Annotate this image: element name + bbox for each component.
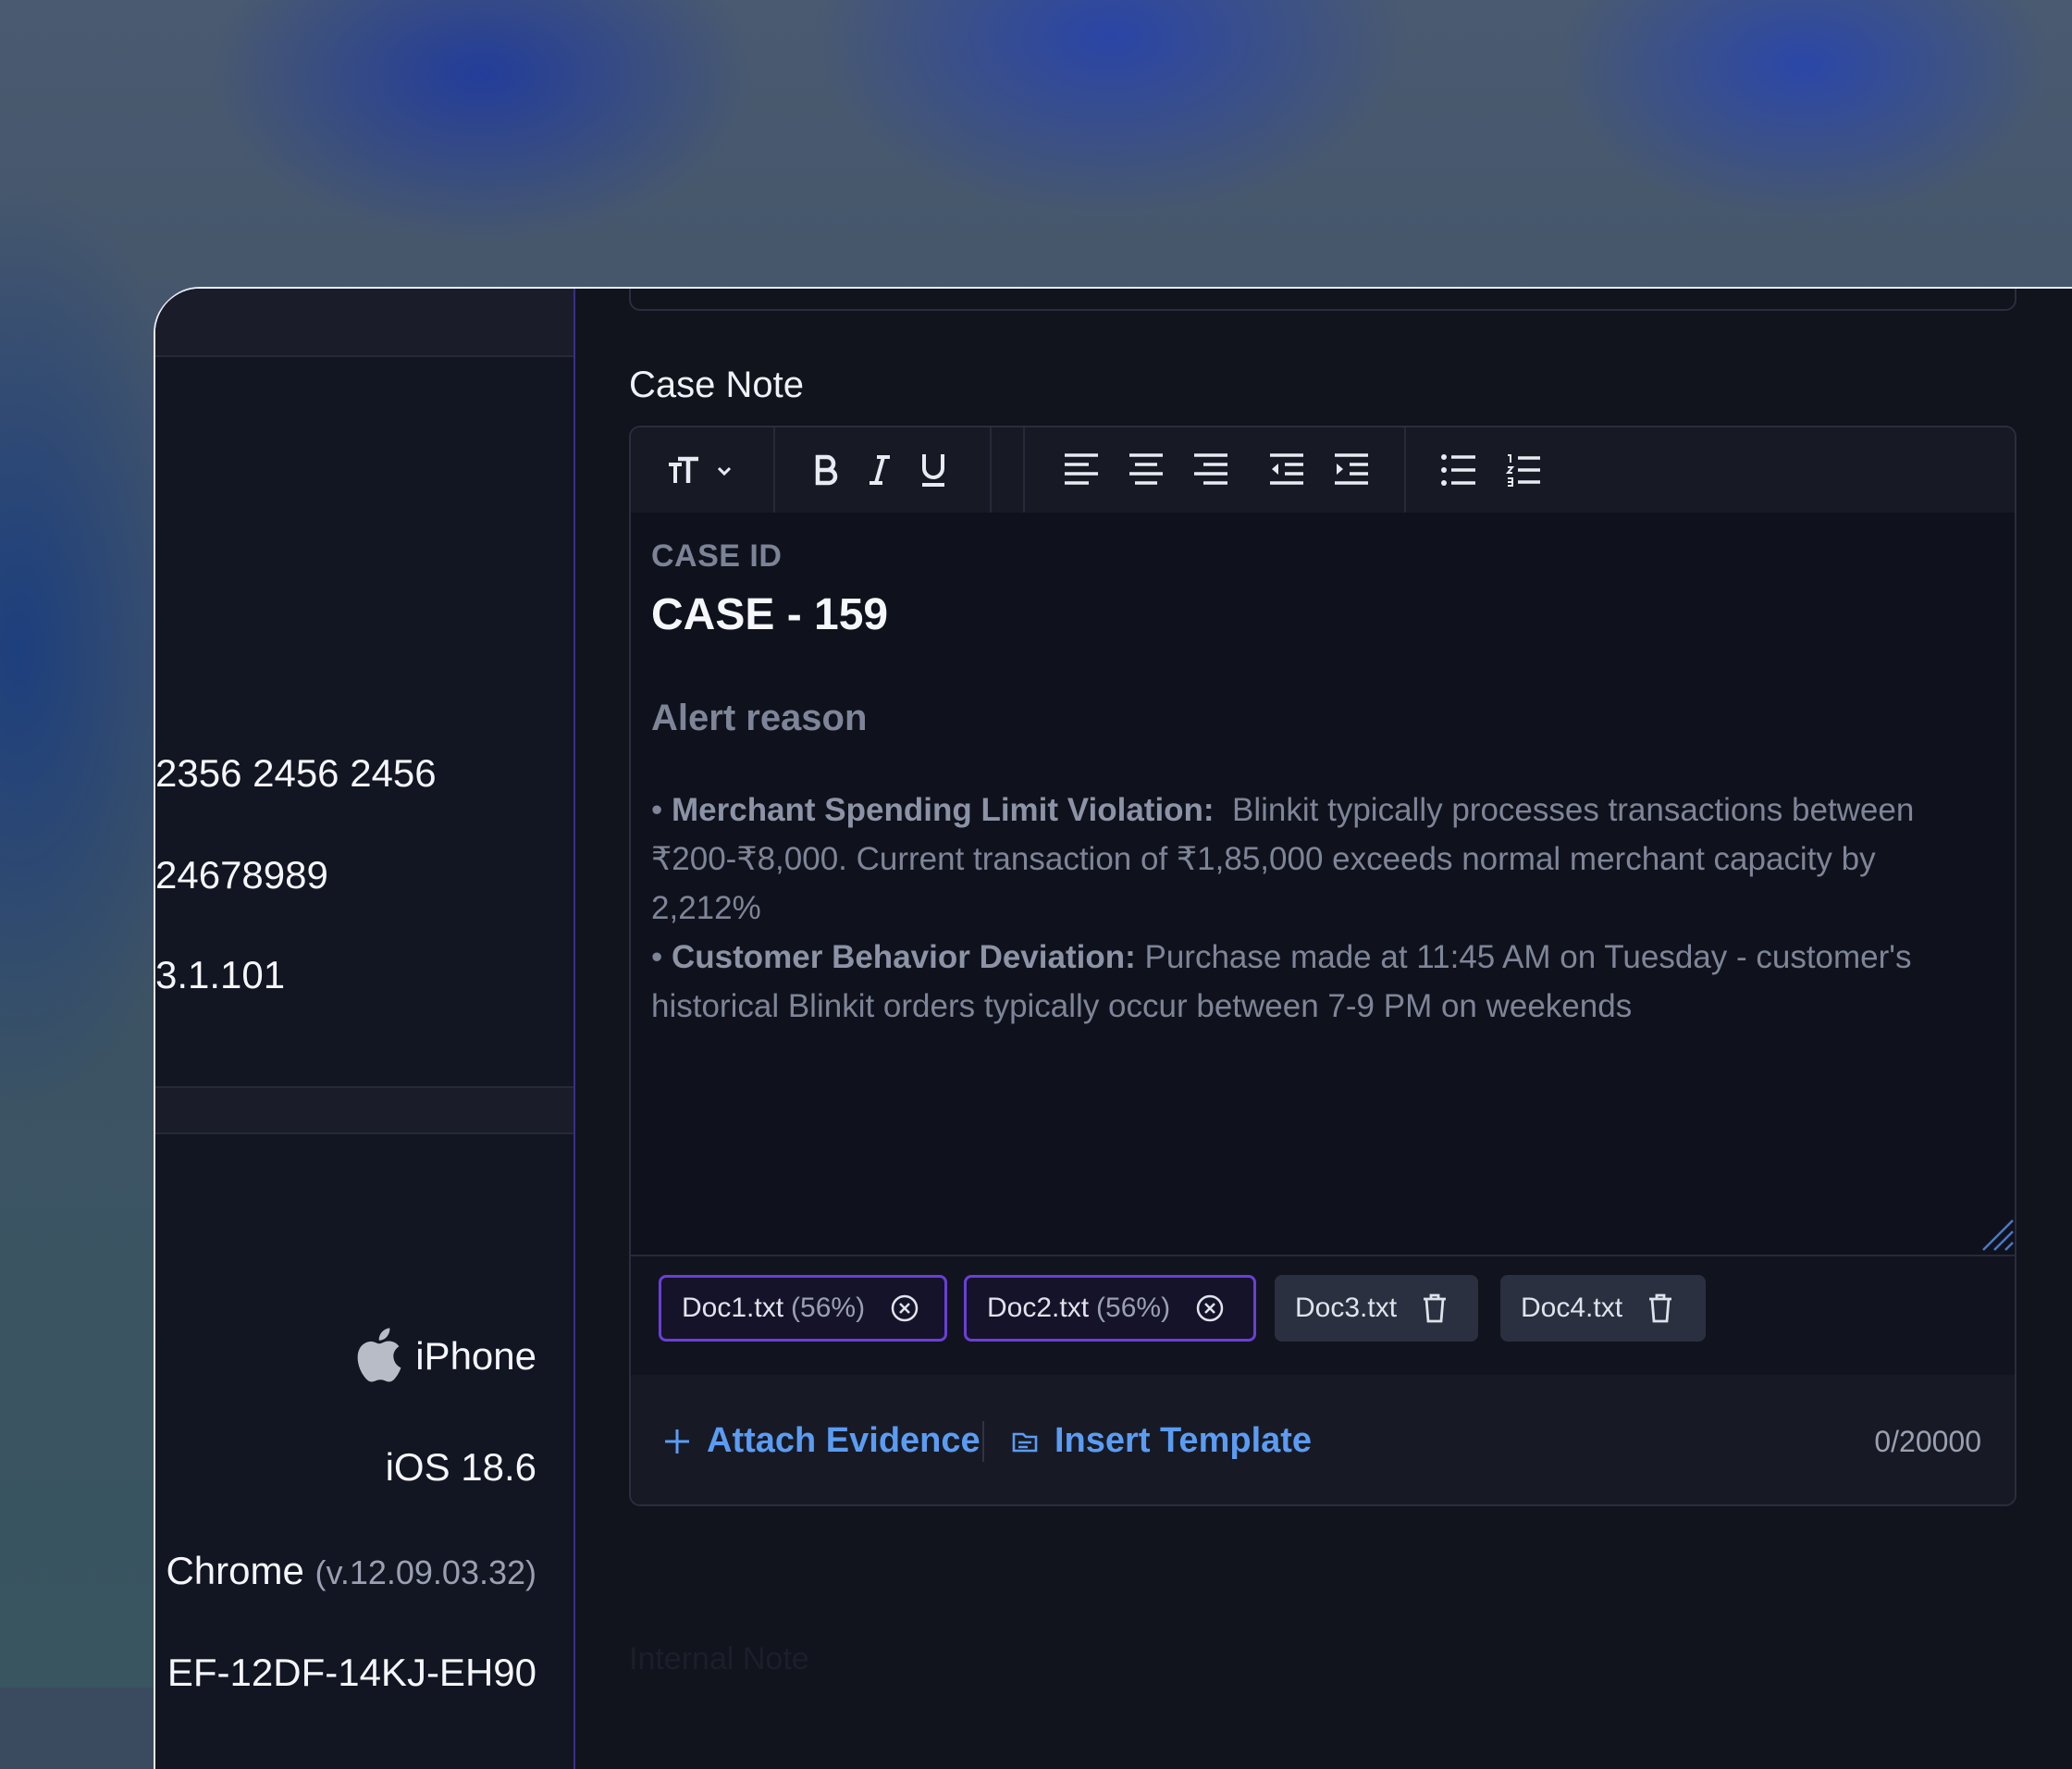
card-number: 2356 2456 2456	[155, 751, 437, 795]
case-note-editor: CASE ID CASE - 159 Alert reason • Mercha…	[629, 426, 2016, 1506]
browser-version: (v.12.09.03.32)	[314, 1553, 536, 1591]
align-center-icon	[1129, 453, 1163, 485]
footer-divider	[982, 1421, 984, 1462]
editor-footer: Attach Evidence Insert Template 0/20000	[631, 1375, 2015, 1504]
resize-grip-icon	[1982, 1219, 2014, 1251]
case-note-label: Case Note	[629, 365, 804, 405]
resize-handle[interactable]	[1978, 1215, 2015, 1256]
attachment-chip[interactable]: Doc1.txt (56%)	[659, 1275, 947, 1342]
bullet-list-button[interactable]	[1436, 444, 1482, 496]
italic-button[interactable]	[857, 444, 903, 496]
device-id: EF-12DF-14KJ-EH90	[166, 1651, 536, 1694]
previous-field	[629, 289, 2016, 311]
attachment-name: Doc4.txt	[1521, 1293, 1623, 1323]
account-number: 24678989	[155, 853, 328, 897]
delete-attachment-button[interactable]	[1421, 1293, 1449, 1324]
underline-icon	[922, 454, 944, 487]
browser-name: Chrome	[166, 1549, 304, 1592]
next-section-label: Internal Note	[629, 1641, 809, 1676]
device-row: iPhone	[352, 1325, 536, 1393]
align-right-button[interactable]	[1188, 444, 1234, 496]
close-circle-icon	[1196, 1294, 1224, 1322]
attachment-name: Doc2.txt	[987, 1293, 1090, 1323]
attach-evidence-label: Attach Evidence	[707, 1421, 980, 1460]
insert-template-button[interactable]: Insert Template	[1010, 1421, 1312, 1461]
toolbar-separator	[773, 427, 775, 513]
align-right-icon	[1194, 453, 1227, 485]
editor-content[interactable]: CASE ID CASE - 159 Alert reason • Mercha…	[651, 538, 1987, 1031]
main-panel: Case Note CASE ID CASE - 159 Alert reaso…	[575, 289, 2072, 1769]
character-counter: 0/20000	[1874, 1425, 1981, 1458]
indent-button[interactable]	[1328, 444, 1375, 496]
case-id-value: CASE - 159	[651, 590, 889, 639]
indent-icon	[1335, 453, 1368, 485]
alert-reason-item: • Merchant Spending Limit Violation: Bli…	[651, 792, 1915, 926]
align-left-button[interactable]	[1058, 444, 1104, 496]
alert-reason-heading: Alert reason	[651, 698, 868, 738]
toolbar-separator	[1023, 427, 1025, 513]
align-left-icon	[1065, 453, 1098, 485]
alert-reason-title: Merchant Spending Limit Violation:	[671, 792, 1215, 828]
plus-icon	[665, 1429, 689, 1454]
toolbar-separator	[1404, 427, 1406, 513]
trash-icon	[1424, 1293, 1447, 1323]
cancel-upload-button[interactable]	[889, 1293, 920, 1324]
toolbar-separator	[990, 427, 992, 513]
upload-progress: (56%)	[1096, 1293, 1171, 1323]
template-icon	[1012, 1432, 1038, 1452]
numbered-list-button[interactable]	[1500, 444, 1547, 496]
case-id-label: CASE ID	[651, 538, 783, 574]
upload-progress: (56%)	[791, 1293, 866, 1323]
formatting-toolbar	[631, 427, 2015, 513]
align-center-button[interactable]	[1123, 444, 1169, 496]
bold-button[interactable]	[803, 444, 849, 496]
underline-button[interactable]	[910, 444, 956, 496]
outdent-button[interactable]	[1264, 444, 1310, 496]
app-window: 2356 2456 2456 24678989 3.1.101 iPhone i…	[155, 289, 2072, 1769]
device-name: iPhone	[415, 1334, 536, 1379]
close-circle-icon	[891, 1294, 919, 1322]
browser-row: Chrome (v.12.09.03.32)	[166, 1549, 536, 1593]
attachment-name: Doc1.txt	[682, 1293, 784, 1323]
italic-icon	[870, 455, 890, 485]
outdent-icon	[1270, 453, 1303, 485]
ip-address: 3.1.101	[155, 953, 286, 996]
cancel-upload-button[interactable]	[1194, 1293, 1226, 1324]
os-version: iOS 18.6	[385, 1445, 536, 1489]
bullet-list-icon	[1441, 454, 1475, 486]
numbered-list-icon	[1505, 454, 1540, 487]
details-sidebar: 2356 2456 2456 24678989 3.1.101 iPhone i…	[155, 289, 575, 1769]
attachment-chip[interactable]: Doc4.txt	[1500, 1275, 1706, 1342]
attachment-chip[interactable]: Doc3.txt	[1275, 1275, 1478, 1342]
insert-template-label: Insert Template	[1054, 1421, 1313, 1460]
attachments-row: Doc1.txt (56%) Doc2.txt (56%) Doc3.txt D…	[631, 1255, 2015, 1375]
text-size-dropdown[interactable]	[659, 444, 742, 496]
sidebar-section-divider	[155, 1086, 574, 1134]
alert-reason-title: Customer Behavior Deviation:	[671, 939, 1136, 975]
attachment-chip[interactable]: Doc2.txt (56%)	[964, 1275, 1256, 1342]
delete-attachment-button[interactable]	[1646, 1293, 1674, 1324]
attachment-name: Doc3.txt	[1295, 1293, 1398, 1323]
apple-icon	[352, 1325, 402, 1393]
attach-evidence-button[interactable]: Attach Evidence	[662, 1421, 980, 1461]
trash-icon	[1649, 1293, 1672, 1323]
alert-reason-list: • Merchant Spending Limit Violation: Bli…	[651, 786, 1987, 1031]
sidebar-section-header	[155, 289, 574, 357]
bold-icon	[815, 454, 838, 486]
text-size-icon	[669, 456, 732, 483]
alert-reason-item: • Customer Behavior Deviation: Purchase …	[651, 939, 1912, 1024]
